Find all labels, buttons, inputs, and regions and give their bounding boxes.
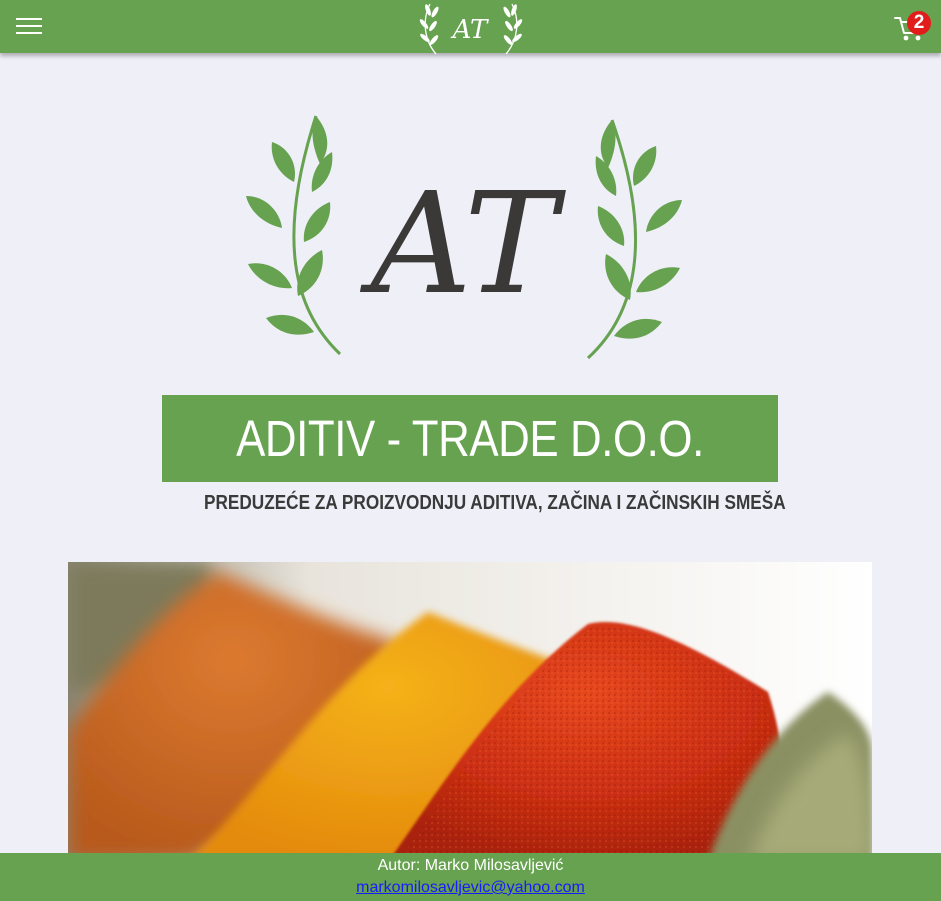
page-footer: Autor: Marko Milosavljević markomilosavl… <box>0 853 941 901</box>
company-name-banner: ADITIV - TRADE D.O.O. <box>162 395 778 482</box>
header-logo-monogram: AT <box>451 15 489 45</box>
company-logo-monogram: AT <box>360 163 566 326</box>
company-name: ADITIV - TRADE D.O.O. <box>236 410 704 467</box>
hamburger-menu-icon[interactable] <box>14 14 44 38</box>
footer-email-link[interactable]: markomilosavljevic@yahoo.com <box>356 877 585 899</box>
company-tagline: PREDUZEĆE ZA PROIZVODNJU ADITIVA, ZAČINA… <box>204 492 786 514</box>
company-logo: AT <box>246 115 682 360</box>
footer-author: Autor: Marko Milosavljević <box>377 857 564 874</box>
cart-count-badge[interactable]: 2 <box>907 11 931 35</box>
header-logo[interactable]: AT <box>414 0 526 58</box>
top-navigation-bar: AT 2 <box>0 0 941 55</box>
spice-powders-image <box>68 562 872 862</box>
